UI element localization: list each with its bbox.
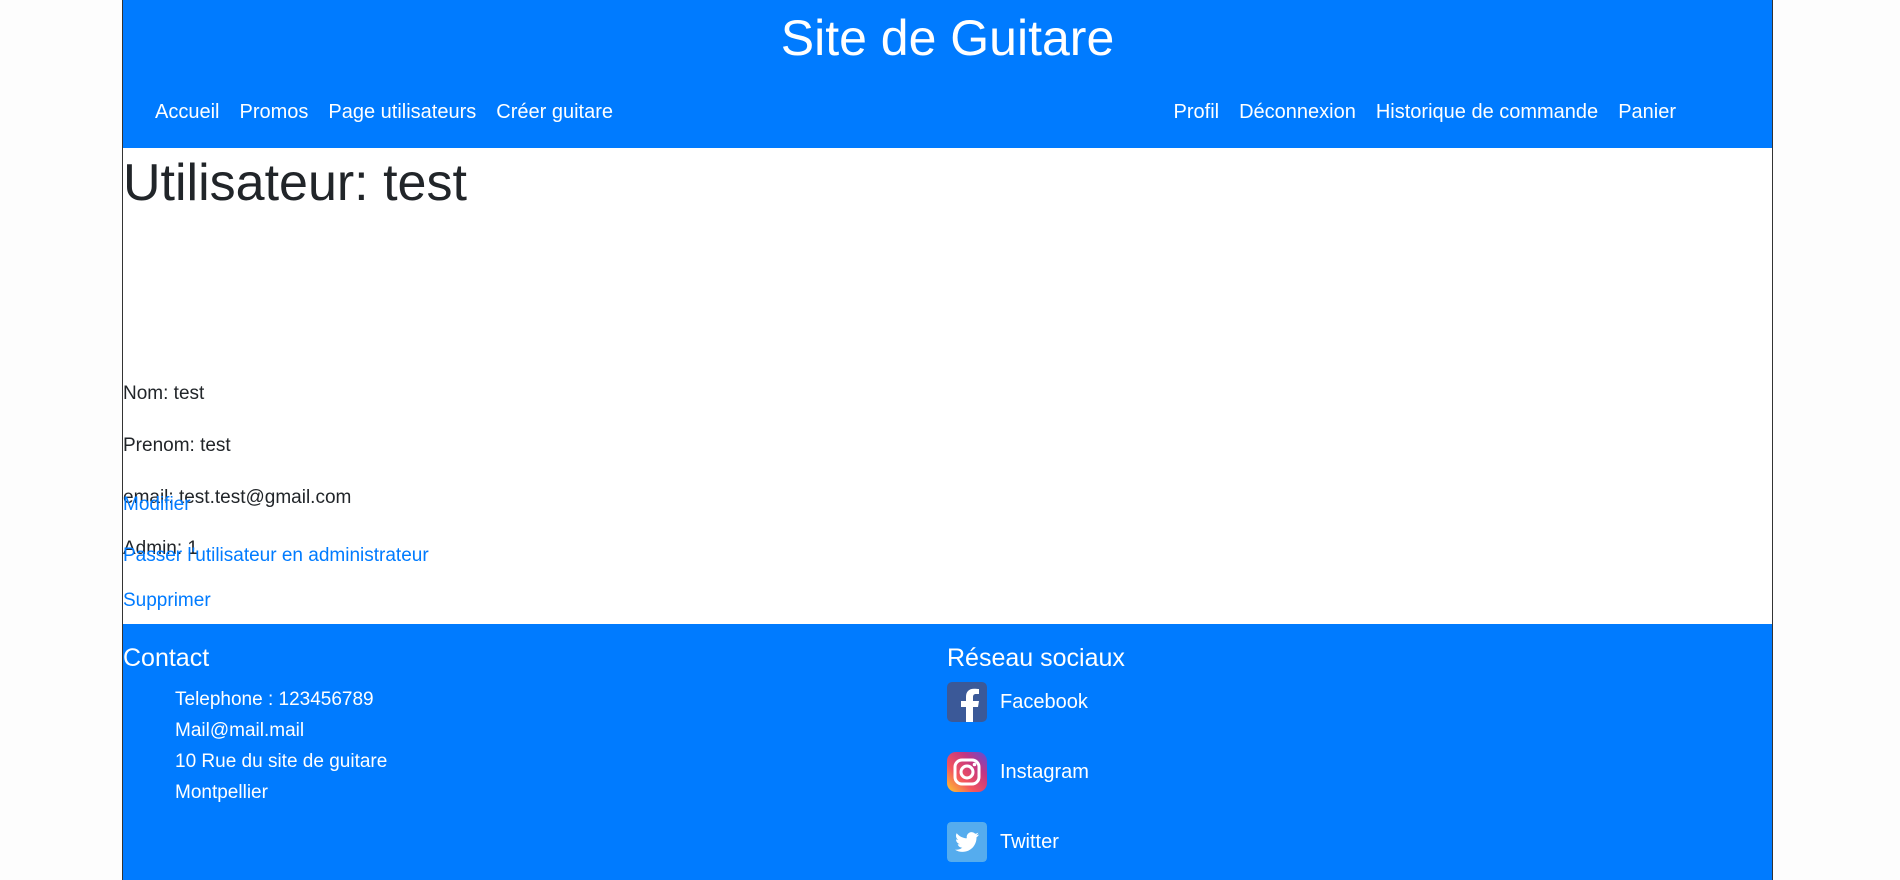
nav-historique-commande[interactable]: Historique de commande [1366,98,1608,126]
field-prenom: Prenom: test [123,435,231,456]
twitter-label: Twitter [1000,831,1059,853]
nav-promos[interactable]: Promos [229,98,318,126]
nav-creer-guitare[interactable]: Créer guitare [486,98,623,126]
social-title: Réseau sociaux [947,644,1125,672]
facebook-icon [947,682,987,722]
delete-user-link[interactable]: Supprimer [123,588,211,614]
instagram-label: Instagram [1000,761,1089,783]
make-admin-link[interactable]: Passer l'utilisateur en administrateur [123,543,429,569]
nav-panier[interactable]: Panier [1608,98,1686,126]
page-container: Site de Guitare Accueil Promos Page util… [122,0,1773,880]
nav-left: Accueil Promos Page utilisateurs Créer g… [145,98,623,126]
field-nom: Nom: test [123,383,205,404]
nav-profil[interactable]: Profil [1164,98,1230,126]
instagram-link[interactable]: Instagram [947,752,1089,792]
contact-mail: Mail@mail.mail [175,720,305,741]
twitter-icon [947,822,987,862]
site-header: Site de Guitare Accueil Promos Page util… [123,0,1772,148]
site-footer: Contact Telephone : 123456789 Mail@mail.… [123,624,1772,880]
contact-address: 10 Rue du site de guitare [175,751,388,772]
contact-title: Contact [123,644,210,672]
nav-deconnexion[interactable]: Déconnexion [1229,98,1366,126]
nav-page-utilisateurs[interactable]: Page utilisateurs [318,98,486,126]
facebook-link[interactable]: Facebook [947,682,1088,722]
edit-user-link[interactable]: Modifier [123,492,191,518]
nav-right: Profil Déconnexion Historique de command… [1164,98,1686,126]
facebook-label: Facebook [1000,691,1088,713]
instagram-icon [947,752,987,792]
contact-city: Montpellier [175,782,268,803]
site-title: Site de Guitare [780,10,1115,66]
nav-accueil[interactable]: Accueil [145,98,229,126]
twitter-link[interactable]: Twitter [947,822,1059,862]
contact-phone: Telephone : 123456789 [175,689,374,710]
page-title: Utilisateur: test [123,154,467,212]
